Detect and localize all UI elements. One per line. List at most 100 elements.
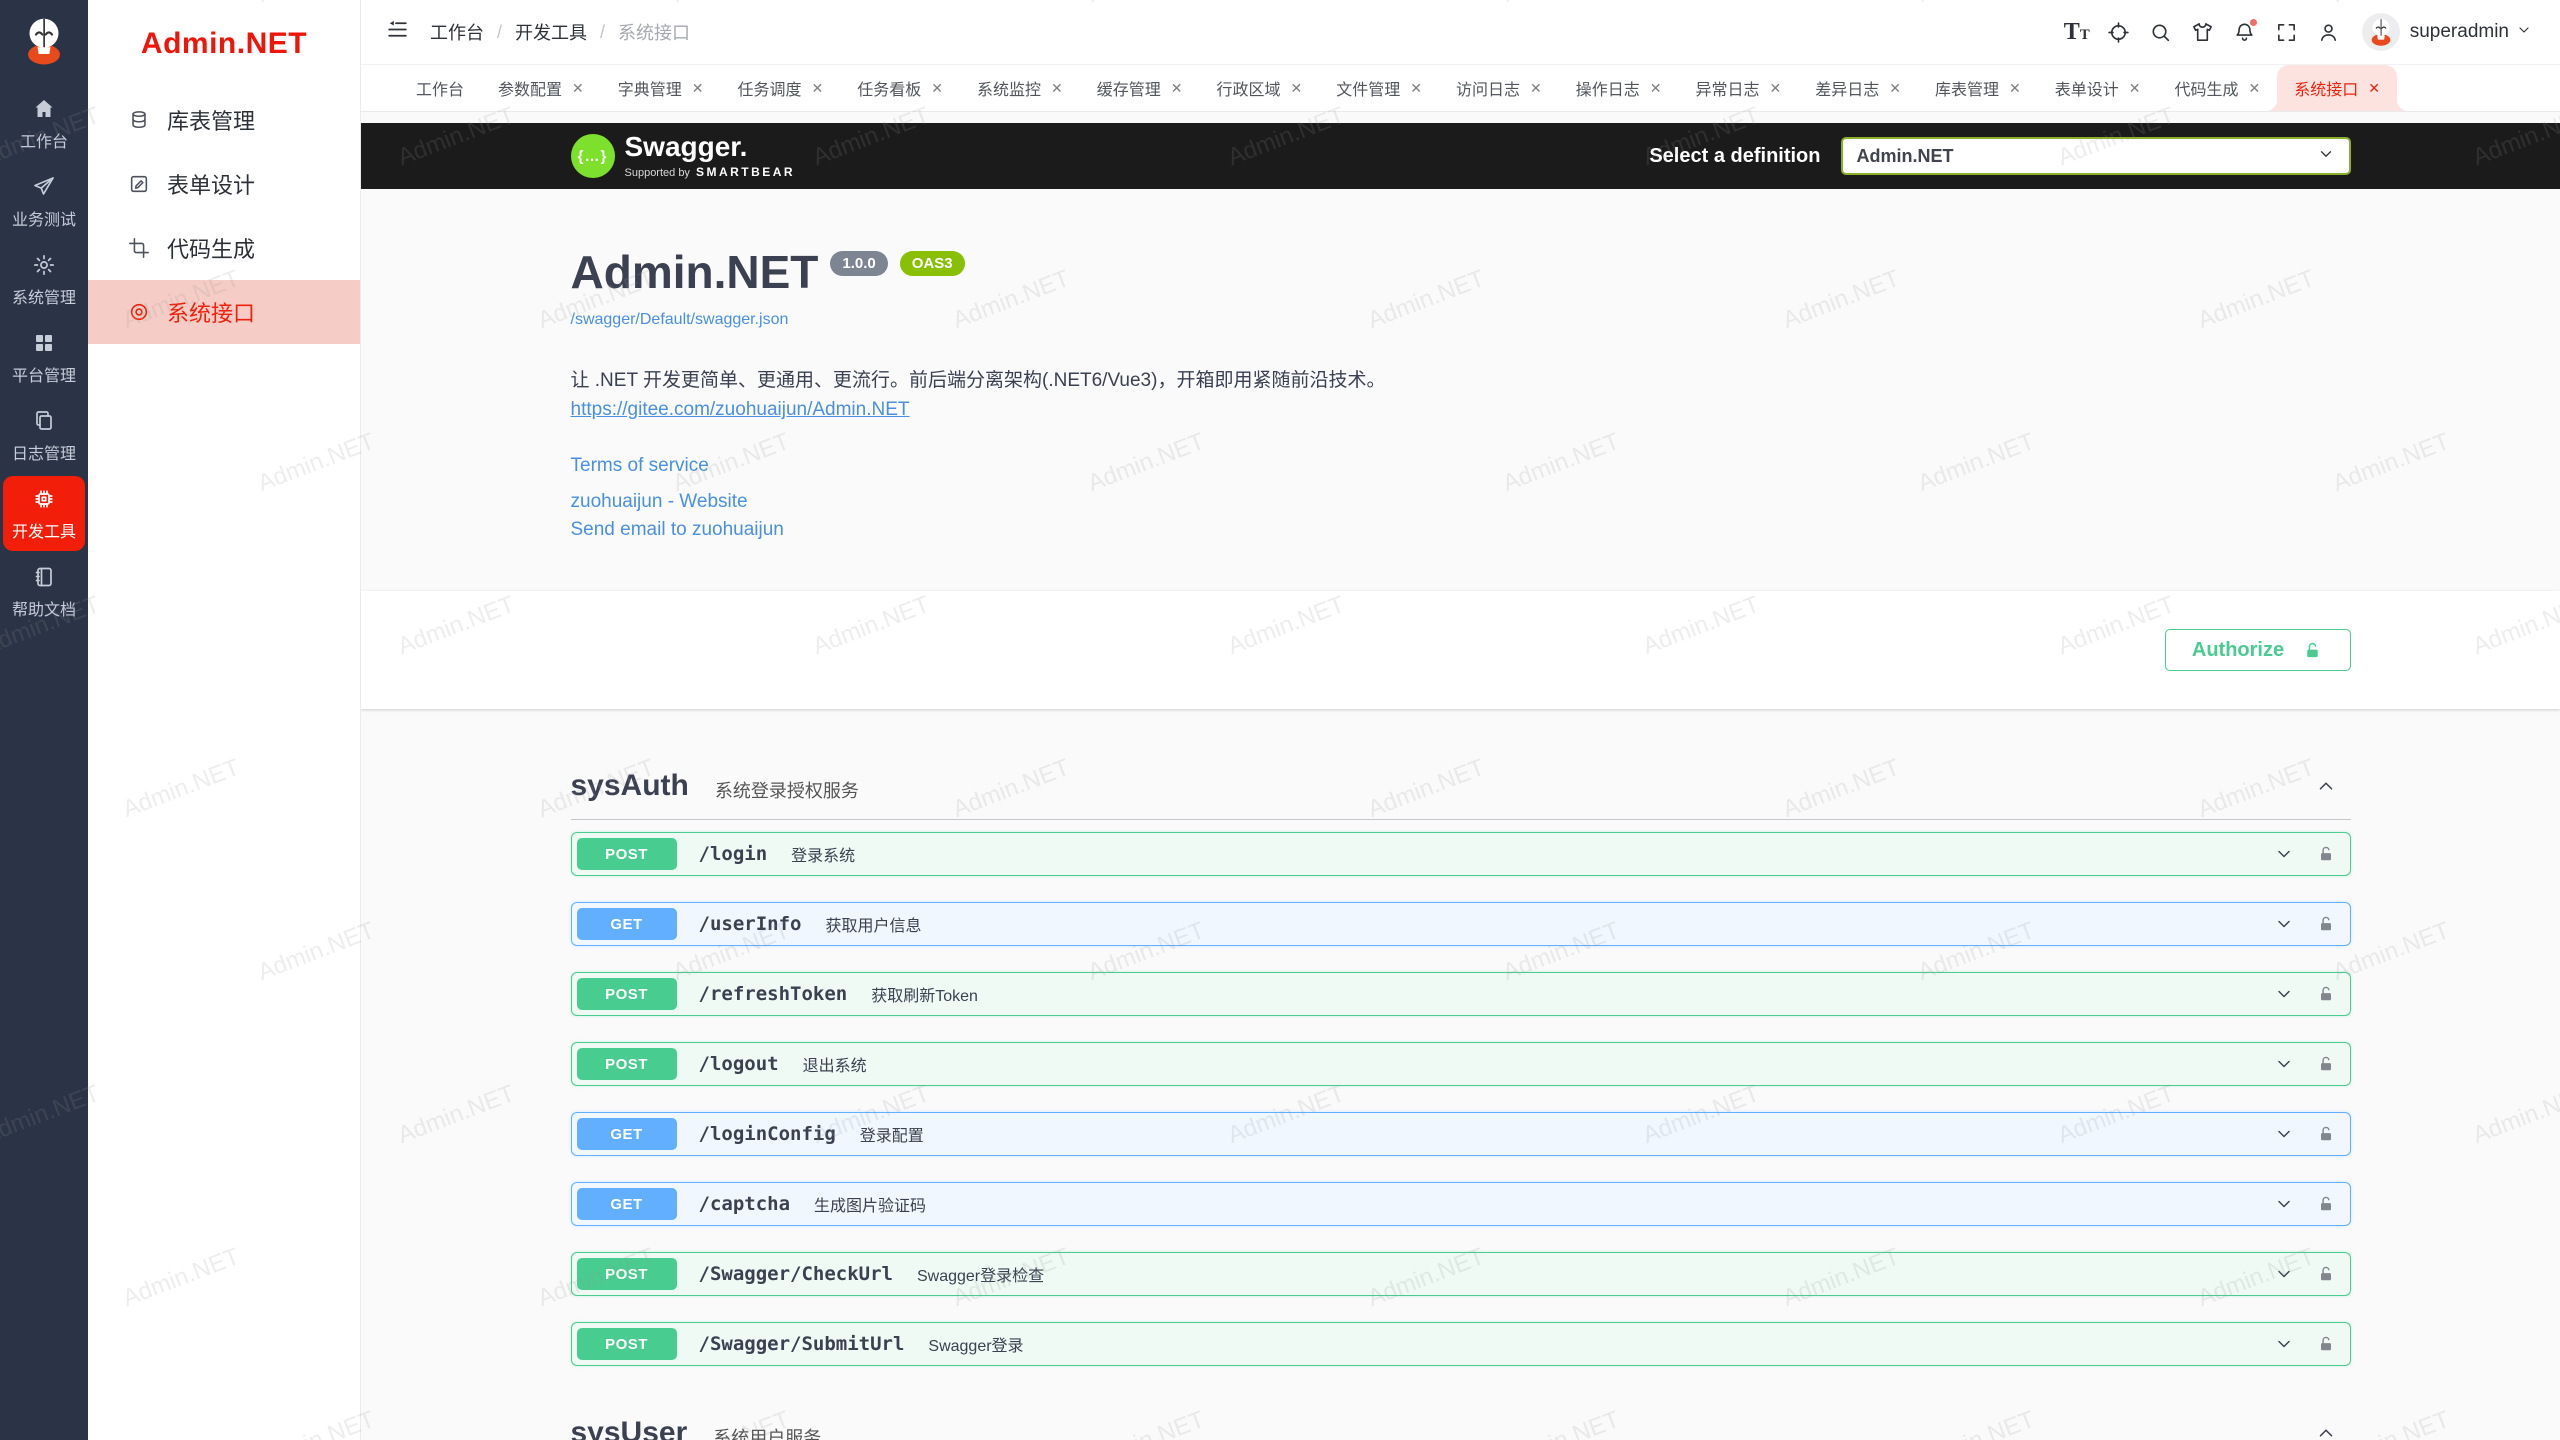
theme-button[interactable]	[2182, 11, 2224, 53]
version-badge: 1.0.0	[830, 251, 887, 276]
opblock[interactable]: POST/login登录系统	[571, 832, 2351, 876]
definition-select[interactable]: Admin.NET	[1841, 137, 2351, 175]
opblock[interactable]: POST/Swagger/SubmitUrlSwagger登录	[571, 1322, 2351, 1366]
sidebar-item-code-gen[interactable]: 代码生成	[88, 216, 360, 280]
fullscreen-icon	[2275, 21, 2298, 44]
auth-lock-icon[interactable]	[2316, 1194, 2336, 1214]
close-icon[interactable]: ✕	[1291, 81, 1303, 95]
tab-item[interactable]: 任务看板✕	[840, 65, 960, 111]
operation-actions	[2274, 1194, 2336, 1214]
operation-summary: Swagger登录检查	[917, 1262, 1044, 1286]
rail-item-platform-mgmt[interactable]: 平台管理	[3, 320, 85, 395]
contact-link[interactable]: zuohuaijun - Website	[571, 491, 748, 513]
tag-header[interactable]: sysUser系统用户服务	[571, 1416, 2351, 1440]
close-icon[interactable]: ✕	[1051, 81, 1063, 95]
tab-item[interactable]: 工作台	[399, 65, 481, 111]
profile-button[interactable]	[2308, 11, 2350, 53]
close-icon[interactable]: ✕	[1889, 81, 1901, 95]
scheme-container: Authorize	[361, 591, 2560, 709]
operation-summary: 获取刷新Token	[871, 982, 978, 1006]
tab-item[interactable]: 缓存管理✕	[1080, 65, 1200, 111]
spec-url-link[interactable]: /swagger/Default/swagger.json	[571, 311, 789, 329]
user-menu[interactable]: superadmin	[2410, 21, 2532, 43]
close-icon[interactable]: ✕	[2368, 81, 2380, 95]
breadcrumb-item: 系统接口	[618, 19, 690, 45]
tab-item[interactable]: 参数配置✕	[481, 65, 601, 111]
close-icon[interactable]: ✕	[2009, 81, 2021, 95]
fullscreen-button[interactable]	[2266, 11, 2308, 53]
tab-label: 系统接口	[2294, 76, 2358, 100]
auth-lock-icon[interactable]	[2316, 984, 2336, 1004]
font-size-button[interactable]: TT	[2056, 11, 2098, 53]
rail-item-system-mgmt[interactable]: 系统管理	[3, 242, 85, 317]
db-icon	[128, 109, 150, 131]
rail-item-business-test[interactable]: 业务测试	[3, 164, 85, 239]
tab-item[interactable]: 操作日志 ✕	[1559, 65, 1679, 111]
tab-item[interactable]: 异常日志✕	[1679, 65, 1799, 111]
sidebar-item-label: 代码生成	[167, 232, 255, 264]
breadcrumb-item[interactable]: 开发工具	[515, 19, 587, 45]
tag-header[interactable]: sysAuth系统登录授权服务	[571, 769, 2351, 820]
rail-item-help-docs[interactable]: 帮助文档	[3, 554, 85, 629]
opblock[interactable]: GET/loginConfig登录配置	[571, 1112, 2351, 1156]
operation-path: /captcha	[699, 1193, 791, 1215]
operation-path: /refreshToken	[699, 983, 848, 1005]
rail-item-log-mgmt[interactable]: 日志管理	[3, 398, 85, 473]
rail-item-workbench[interactable]: 工作台	[3, 86, 85, 161]
close-icon[interactable]: ✕	[1530, 81, 1542, 95]
tab-label: 操作日志	[1576, 76, 1640, 100]
tag-description: 系统登录授权服务	[715, 777, 859, 803]
close-icon[interactable]: ✕	[2249, 81, 2261, 95]
repo-link[interactable]: https://gitee.com/zuohuaijun/Admin.NET	[571, 399, 910, 421]
tab-item[interactable]: 字典管理✕	[601, 65, 721, 111]
collapse-sidebar-button[interactable]	[385, 17, 410, 47]
tab-item[interactable]: 行政区域✕	[1200, 65, 1320, 111]
tab-item[interactable]: 文件管理✕	[1319, 65, 1439, 111]
search-button[interactable]	[2140, 11, 2182, 53]
close-icon[interactable]: ✕	[2129, 81, 2141, 95]
email-link[interactable]: Send email to zuohuaijun	[571, 519, 784, 541]
auth-lock-icon[interactable]	[2316, 1334, 2336, 1354]
tab-item[interactable]: 代码生成✕	[2158, 65, 2278, 111]
sidebar-item-form-design[interactable]: 表单设计	[88, 152, 360, 216]
oas-badge: OAS3	[900, 251, 965, 276]
rail-item-dev-tools[interactable]: 开发工具	[3, 476, 85, 551]
close-icon[interactable]: ✕	[1770, 81, 1782, 95]
opblock[interactable]: POST/refreshToken获取刷新Token	[571, 972, 2351, 1016]
tab-item[interactable]: 库表管理✕	[1918, 65, 2038, 111]
close-icon[interactable]: ✕	[812, 81, 824, 95]
terms-link[interactable]: Terms of service	[571, 455, 709, 477]
tab-item[interactable]: 差异日志✕	[1798, 65, 1918, 111]
breadcrumb: 工作台/开发工具/系统接口	[430, 19, 690, 45]
opblock[interactable]: GET/userInfo获取用户信息	[571, 902, 2351, 946]
tab-item[interactable]: 系统监控✕	[960, 65, 1080, 111]
notifications-button[interactable]	[2224, 11, 2266, 53]
sidebar-item-table-mgmt[interactable]: 库表管理	[88, 88, 360, 152]
avatar[interactable]	[2362, 13, 2400, 51]
aim-button[interactable]	[2098, 11, 2140, 53]
tab-item[interactable]: 任务调度✕	[721, 65, 841, 111]
auth-lock-icon[interactable]	[2316, 1264, 2336, 1284]
sidebar-item-system-api[interactable]: 系统接口	[88, 280, 360, 344]
close-icon[interactable]: ✕	[572, 81, 584, 95]
opblock[interactable]: POST/Swagger/CheckUrlSwagger登录检查	[571, 1252, 2351, 1296]
close-icon[interactable]: ✕	[1650, 81, 1662, 95]
auth-lock-icon[interactable]	[2316, 914, 2336, 934]
auth-lock-icon[interactable]	[2316, 1124, 2336, 1144]
auth-lock-icon[interactable]	[2316, 1054, 2336, 1074]
gear-icon	[32, 253, 56, 277]
close-icon[interactable]: ✕	[1171, 81, 1183, 95]
tab-item[interactable]: 访问日志✕	[1439, 65, 1559, 111]
auth-lock-icon[interactable]	[2316, 844, 2336, 864]
close-icon[interactable]: ✕	[1410, 81, 1422, 95]
tab-item[interactable]: 表单设计✕	[2038, 65, 2158, 111]
opblock[interactable]: POST/logout退出系统	[571, 1042, 2351, 1086]
chevron-down-icon	[2274, 844, 2294, 864]
tab-item[interactable]: 系统接口 ✕	[2277, 65, 2397, 111]
close-icon[interactable]: ✕	[692, 81, 704, 95]
breadcrumb-item[interactable]: 工作台	[430, 19, 484, 45]
close-icon[interactable]: ✕	[931, 81, 943, 95]
authorize-button[interactable]: Authorize	[2165, 629, 2351, 671]
chevron-up-icon	[2315, 775, 2337, 797]
opblock[interactable]: GET/captcha生成图片验证码	[571, 1182, 2351, 1226]
